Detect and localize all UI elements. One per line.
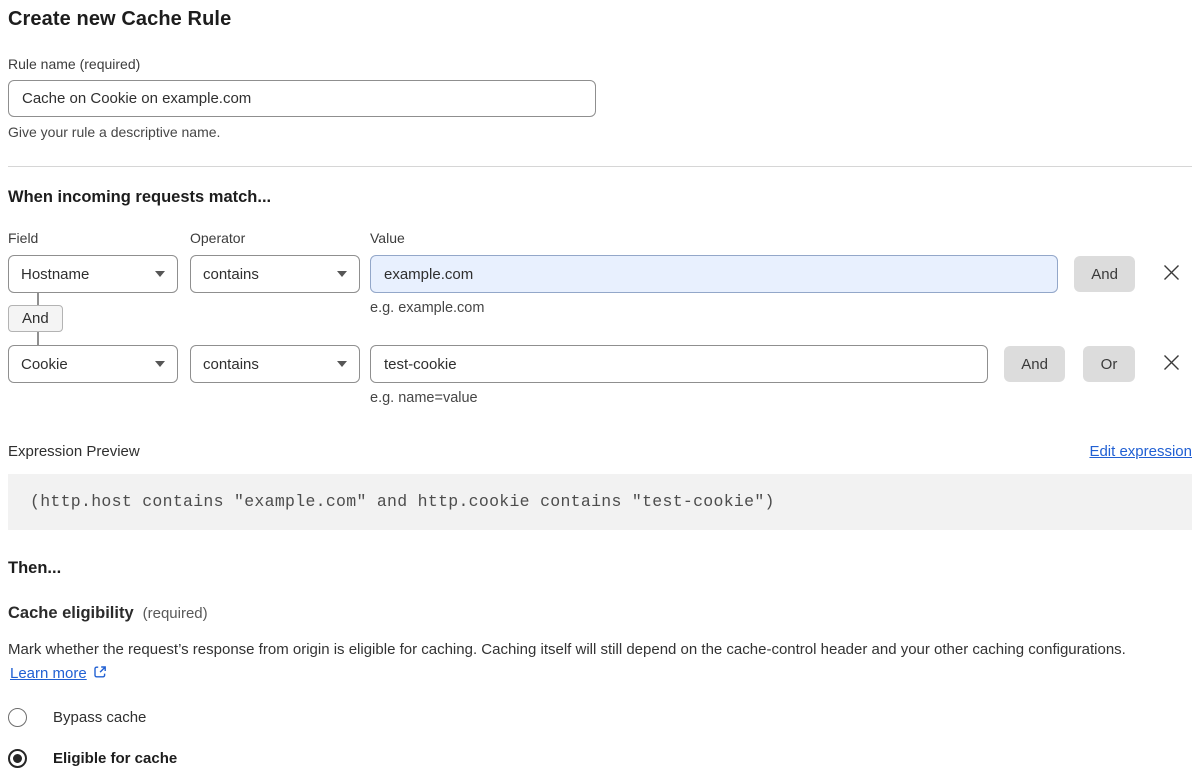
radio-icon — [8, 708, 27, 727]
radio-option-eligible-for-cache[interactable]: Eligible for cache — [8, 749, 1192, 768]
value-hint: e.g. name=value — [370, 390, 988, 406]
field-select[interactable]: Hostname — [8, 255, 178, 293]
cache-eligibility-heading: Cache eligibility (required) — [8, 604, 1192, 623]
connector-and-chip[interactable]: And — [8, 305, 63, 332]
remove-condition-button[interactable] — [1161, 352, 1182, 373]
chevron-down-icon — [337, 271, 347, 277]
rule-name-helper: Give your rule a descriptive name. — [8, 124, 1192, 140]
add-and-condition-button[interactable]: And — [1004, 346, 1065, 382]
radio-icon — [8, 749, 27, 768]
add-and-condition-button[interactable]: And — [1074, 256, 1135, 292]
radio-label: Bypass cache — [53, 709, 146, 726]
connector-line — [37, 292, 39, 305]
remove-condition-button[interactable] — [1161, 262, 1182, 283]
expression-preview-label: Expression Preview — [8, 443, 140, 460]
expression-header: Expression Preview Edit expression — [8, 443, 1192, 460]
add-or-condition-button[interactable]: Or — [1083, 346, 1135, 382]
field-column-label: Field — [8, 230, 190, 246]
operator-select-value: contains — [203, 266, 331, 283]
match-section: When incoming requests match... Field Op… — [8, 188, 1192, 406]
description-text: Mark whether the request’s response from… — [8, 641, 1126, 658]
learn-more-link[interactable]: Learn more — [10, 665, 87, 682]
radio-option-bypass-cache[interactable]: Bypass cache — [8, 708, 1192, 727]
cache-eligibility-description: Mark whether the request’s response from… — [8, 638, 1166, 686]
expression-preview-section: Expression Preview Edit expression (http… — [8, 443, 1192, 530]
create-cache-rule-page: Create new Cache Rule Rule name (require… — [0, 0, 1200, 768]
operator-select[interactable]: contains — [190, 345, 360, 383]
operator-select[interactable]: contains — [190, 255, 360, 293]
condition-row-2: Cookie contains e.g. name=value And Or — [8, 345, 1192, 406]
section-divider — [8, 166, 1192, 167]
value-column: e.g. example.com — [370, 255, 1058, 316]
rule-name-section: Rule name (required) Give your rule a de… — [8, 56, 1192, 140]
required-tag: (required) — [143, 605, 208, 622]
close-icon — [1161, 352, 1182, 373]
value-input[interactable] — [370, 255, 1058, 293]
close-icon — [1161, 262, 1182, 283]
field-select[interactable]: Cookie — [8, 345, 178, 383]
value-column: e.g. name=value — [370, 345, 988, 406]
value-column-label: Value — [370, 230, 405, 246]
radio-label: Eligible for cache — [53, 750, 177, 767]
row-actions: And Or — [1004, 346, 1135, 382]
operator-column-label: Operator — [190, 230, 370, 246]
chevron-down-icon — [155, 361, 165, 367]
cache-eligibility-section: Cache eligibility (required) Mark whethe… — [8, 604, 1192, 768]
rule-name-input[interactable] — [8, 80, 596, 117]
page-title: Create new Cache Rule — [8, 8, 1192, 31]
cache-eligibility-title: Cache eligibility — [8, 604, 134, 623]
expression-code: (http.host contains "example.com" and ht… — [8, 474, 1192, 530]
edit-expression-link[interactable]: Edit expression — [1089, 443, 1192, 460]
operator-select-value: contains — [203, 356, 331, 373]
chevron-down-icon — [155, 271, 165, 277]
field-select-value: Cookie — [21, 356, 149, 373]
match-heading: When incoming requests match... — [8, 188, 1192, 207]
value-hint: e.g. example.com — [370, 300, 1058, 316]
connector-line — [37, 332, 39, 345]
rule-name-label: Rule name (required) — [8, 56, 1192, 72]
field-select-value: Hostname — [21, 266, 149, 283]
external-link-icon — [87, 665, 108, 682]
column-labels: Field Operator Value — [8, 230, 1192, 246]
then-heading: Then... — [8, 559, 1192, 578]
value-input[interactable] — [370, 345, 988, 383]
row-actions: And — [1074, 256, 1135, 292]
chevron-down-icon — [337, 361, 347, 367]
